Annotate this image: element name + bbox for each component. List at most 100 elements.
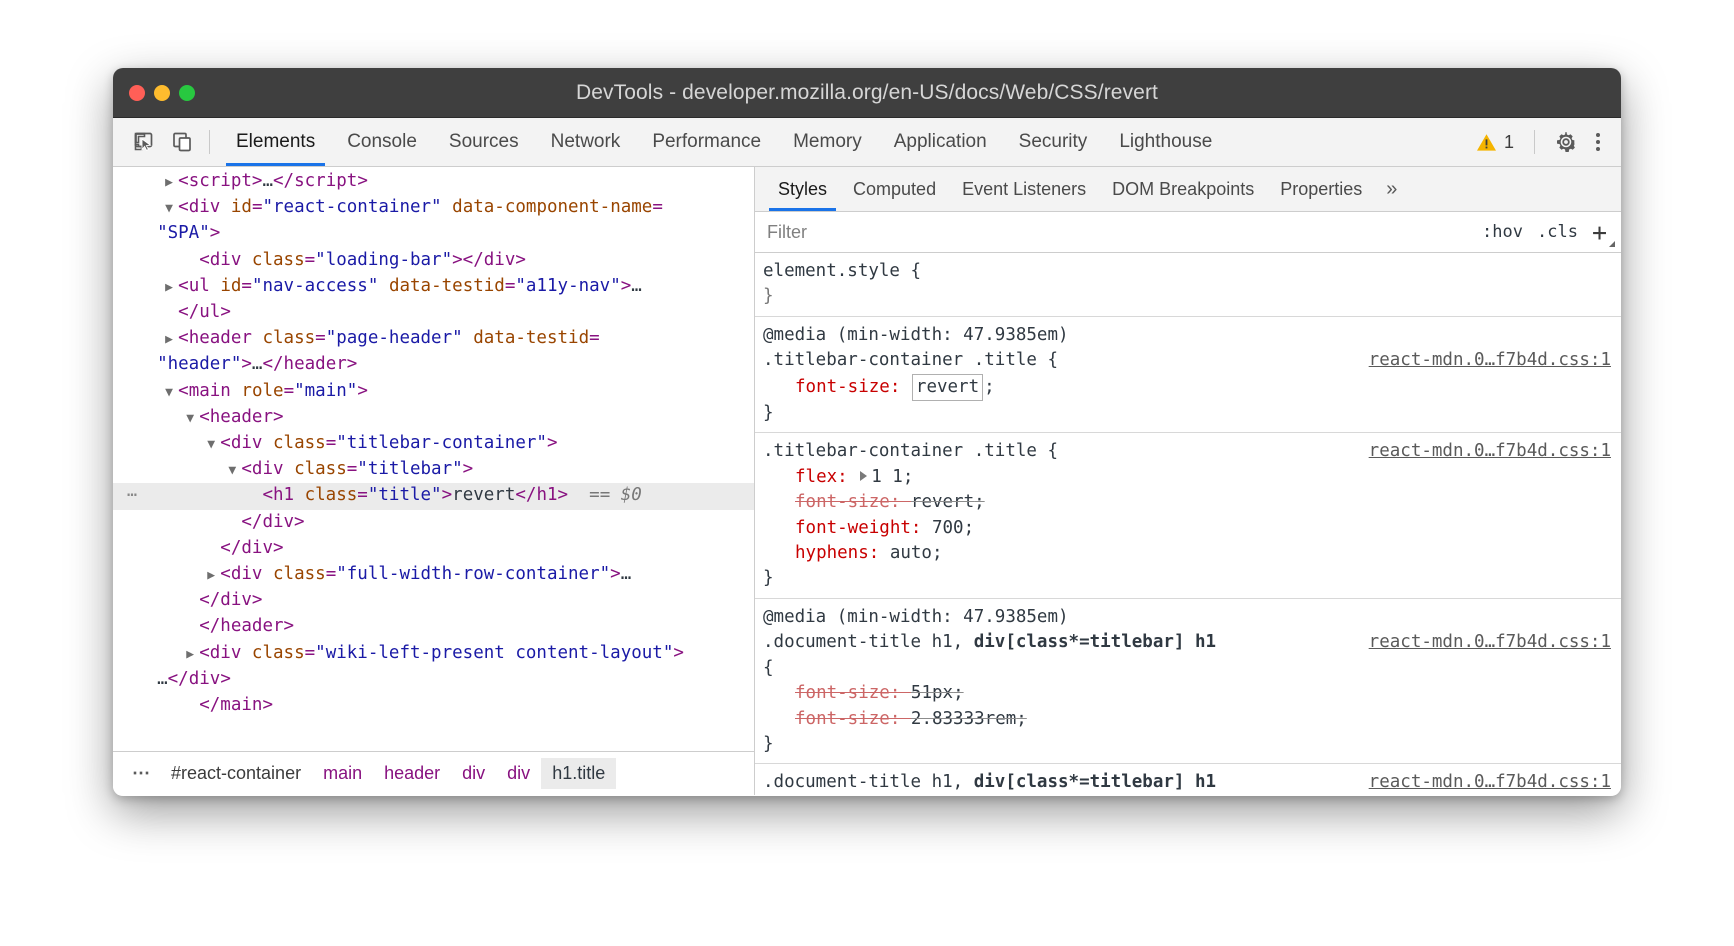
expand-triangle-icon[interactable]: ▶ <box>165 170 178 195</box>
dom-node[interactable]: ▶<script>…</script> <box>113 169 754 195</box>
dom-node[interactable]: </div> <box>113 588 754 614</box>
tab-event-listeners[interactable]: Event Listeners <box>949 167 1099 211</box>
css-rule-titlebar-container-title-2[interactable]: react-mdn.0…f7b4d.css:1.titlebar-contain… <box>755 433 1621 598</box>
cls-toggle[interactable]: .cls <box>1537 222 1578 242</box>
breadcrumb-item-react-container[interactable]: #react-container <box>160 758 312 789</box>
stylesheet-source-link[interactable]: react-mdn.0…f7b4d.css:1 <box>1369 439 1611 464</box>
dom-node[interactable]: </div> <box>113 536 754 562</box>
dom-node[interactable]: ▼<div class="titlebar"> <box>113 457 754 483</box>
device-toolbar-icon[interactable] <box>163 118 201 166</box>
css-property-name[interactable]: font-size: <box>795 492 911 512</box>
css-rule-document-title-h1[interactable]: react-mdn.0…f7b4d.css:1@media (min-width… <box>755 599 1621 764</box>
expand-triangle-icon[interactable]: ▶ <box>165 327 178 352</box>
tab-label: Memory <box>793 131 862 153</box>
css-property-name[interactable]: font-size: <box>795 709 911 729</box>
dom-node[interactable]: …</div> <box>113 667 754 693</box>
inspect-element-icon[interactable] <box>125 118 163 166</box>
css-rule-element-style[interactable]: element.style {} <box>755 253 1621 317</box>
css-rule-titlebar-container-title[interactable]: react-mdn.0…f7b4d.css:1@media (min-width… <box>755 317 1621 434</box>
dom-node[interactable]: "header">…</header> <box>113 352 754 378</box>
dom-node[interactable]: ▼<div id="react-container" data-componen… <box>113 195 754 221</box>
expand-triangle-icon[interactable]: ▶ <box>186 642 199 667</box>
close-window-button[interactable] <box>129 85 145 101</box>
css-property-value[interactable]: 2.83333rem <box>911 709 1016 729</box>
tab-application[interactable]: Application <box>878 118 1003 166</box>
dom-node[interactable]: "SPA"> <box>113 221 754 247</box>
tab-dom-breakpoints[interactable]: DOM Breakpoints <box>1099 167 1267 211</box>
css-value-editor[interactable]: revert <box>912 374 983 401</box>
css-property-value[interactable]: revert <box>911 492 974 512</box>
expand-triangle-icon[interactable]: ▶ <box>207 563 220 588</box>
dom-node[interactable]: </div> <box>113 510 754 536</box>
expand-triangle-icon[interactable]: ▶ <box>165 275 178 300</box>
css-property-value[interactable]: 51px <box>911 683 953 703</box>
css-property-name[interactable]: font-size: <box>795 683 911 703</box>
breadcrumb-item-div[interactable]: div <box>496 758 541 789</box>
collapse-triangle-icon[interactable]: ▼ <box>165 380 178 405</box>
tab-properties[interactable]: Properties <box>1267 167 1375 211</box>
dom-node[interactable]: </main> <box>113 693 754 719</box>
minimize-window-button[interactable] <box>154 85 170 101</box>
kebab-menu-icon[interactable] <box>1587 133 1609 151</box>
stylesheet-source-link[interactable]: react-mdn.0…f7b4d.css:1 <box>1369 630 1611 655</box>
tab-network[interactable]: Network <box>535 118 637 166</box>
collapse-triangle-icon[interactable]: ▼ <box>207 432 220 457</box>
tab-memory[interactable]: Memory <box>777 118 878 166</box>
hov-toggle[interactable]: :hov <box>1482 222 1523 242</box>
tab-label: Console <box>347 131 417 153</box>
dom-node[interactable]: </ul> <box>113 300 754 326</box>
dom-node[interactable]: ▶<div class="full-width-row-container">… <box>113 562 754 588</box>
css-property-value[interactable]: 700 <box>932 518 964 538</box>
tab-styles[interactable]: Styles <box>765 167 840 211</box>
dom-token-punct: > <box>357 171 368 191</box>
css-property-name[interactable]: flex: <box>795 467 858 487</box>
css-property-value[interactable]: 1 1 <box>871 467 903 487</box>
css-property-name[interactable]: font-weight: <box>795 518 932 538</box>
tab-security[interactable]: Security <box>1003 118 1104 166</box>
css-rules-list[interactable]: element.style {}react-mdn.0…f7b4d.css:1@… <box>755 253 1621 795</box>
dom-token-tag: ul <box>189 276 210 296</box>
dom-node[interactable]: ▼<header> <box>113 405 754 431</box>
dom-token-tag: div <box>231 564 263 584</box>
css-rule-document-title-h1-base[interactable]: react-mdn.0…f7b4d.css:1.document-title h… <box>755 764 1621 795</box>
tab-lighthouse[interactable]: Lighthouse <box>1103 118 1228 166</box>
dom-node[interactable]: </header> <box>113 614 754 640</box>
breadcrumb-item-div[interactable]: div <box>451 758 496 789</box>
dom-node[interactable]: <div class="loading-bar"></div> <box>113 248 754 274</box>
dom-tree[interactable]: ▶<script>…</script> ▼<div id="react-cont… <box>113 167 754 751</box>
expand-shorthand-icon[interactable] <box>860 471 867 481</box>
dom-node[interactable]: ▶<div class="wiki-left-present content-l… <box>113 641 754 667</box>
indent-spacer <box>123 354 144 374</box>
tab-sources[interactable]: Sources <box>433 118 535 166</box>
breadcrumb-item-h1-title[interactable]: h1.title <box>541 758 616 789</box>
dom-node[interactable]: ▶<header class="page-header" data-testid… <box>113 326 754 352</box>
css-property-name[interactable]: hyphens: <box>795 543 890 563</box>
dom-node-selected[interactable]: ⋯ <h1 class="title">revert</h1> == $0 <box>113 483 754 509</box>
breadcrumb-item-overflow[interactable]: ⋯ <box>123 758 160 789</box>
dom-node[interactable]: ▶<ul id="nav-access" data-testid="a11y-n… <box>113 274 754 300</box>
tab-performance[interactable]: Performance <box>636 118 777 166</box>
tab-elements[interactable]: Elements <box>220 118 331 166</box>
css-declaration: hyphens: auto; <box>759 541 1621 566</box>
breadcrumb-item-header[interactable]: header <box>373 758 451 789</box>
stylesheet-source-link[interactable]: react-mdn.0…f7b4d.css:1 <box>1369 770 1611 795</box>
dom-node[interactable]: ▼<div class="titlebar-container"> <box>113 431 754 457</box>
filter-input[interactable] <box>755 212 1472 252</box>
breadcrumb-item-main[interactable]: main <box>312 758 373 789</box>
dom-node[interactable]: ▼<main role="main"> <box>113 379 754 405</box>
collapse-triangle-icon[interactable]: ▼ <box>165 196 178 221</box>
stylesheet-source-link[interactable]: react-mdn.0…f7b4d.css:1 <box>1369 348 1611 373</box>
tab-computed[interactable]: Computed <box>840 167 949 211</box>
collapse-triangle-icon[interactable]: ▼ <box>186 406 199 431</box>
more-tabs-icon[interactable]: » <box>1375 167 1408 211</box>
stab-label: Event Listeners <box>962 179 1086 200</box>
elements-panel: ▶<script>…</script> ▼<div id="react-cont… <box>113 167 755 795</box>
collapse-triangle-icon[interactable]: ▼ <box>228 458 241 483</box>
css-property-value[interactable]: auto <box>890 543 932 563</box>
new-style-rule-button[interactable]: + <box>1592 220 1607 245</box>
zoom-window-button[interactable] <box>179 85 195 101</box>
warning-indicator[interactable]: 1 <box>1466 132 1524 153</box>
tab-console[interactable]: Console <box>331 118 433 166</box>
css-property-name[interactable]: font-size: <box>795 377 911 397</box>
gear-icon[interactable] <box>1545 130 1587 154</box>
